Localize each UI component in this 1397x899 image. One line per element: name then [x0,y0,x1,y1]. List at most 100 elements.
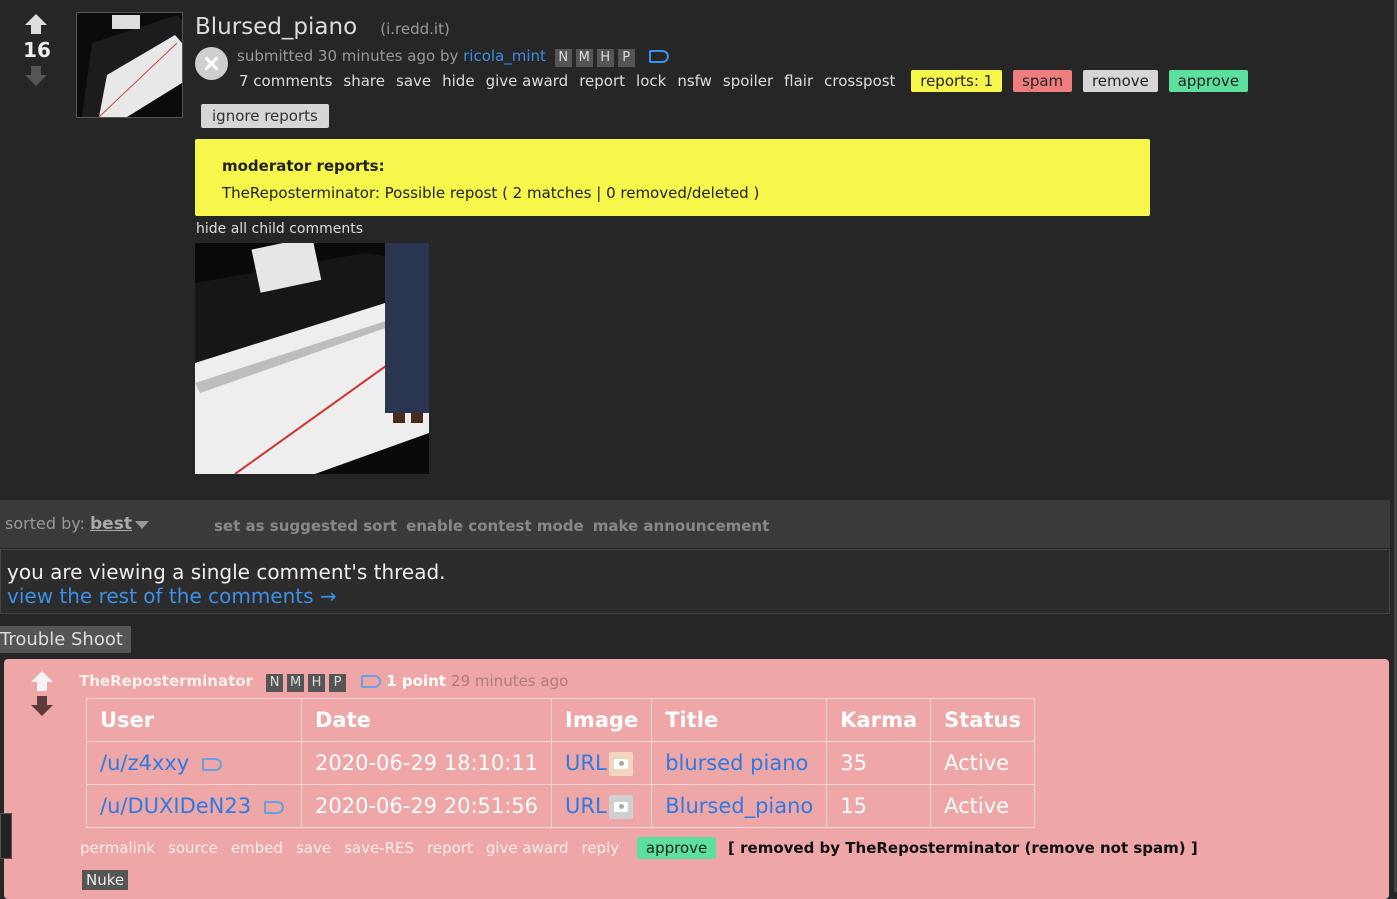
post-image-preview[interactable] [195,243,429,474]
hide-link[interactable]: hide [442,72,474,90]
image-preview-icon[interactable] [608,751,633,776]
comment-flag-m[interactable]: M [287,674,305,692]
comment: TheReposterminator NMHP 1 point 29 minut… [4,659,1389,899]
table-row: /u/z4xxy 2020-06-29 18:10:11 URL blursed… [86,741,1036,785]
post-thumbnail[interactable] [76,12,183,118]
row-status: Active [930,784,1036,828]
comment-flag-p[interactable]: P [329,674,347,692]
comment-author-link[interactable]: TheReposterminator [79,672,253,690]
sort-dropdown[interactable]: best [90,514,132,534]
comment-upvote-icon[interactable] [31,671,53,691]
row-date: 2020-06-29 18:10:11 [300,741,553,785]
row-user-link[interactable]: /u/DUXIDeN23 [100,794,251,818]
post-tagline: submitted 30 minutes ago by ricola_mint … [237,47,670,67]
enable-contest-mode-link[interactable]: enable contest mode [406,517,584,535]
post-title[interactable]: Blursed_piano [195,14,357,40]
remove-post-icon[interactable] [195,47,228,80]
repost-table: User Date Image Title Karma Status /u/z4… [86,698,1036,828]
flag-m[interactable]: M [575,49,593,67]
comment-flag-n[interactable]: N [266,674,284,692]
reports-count-button[interactable]: reports: 1 [911,70,1003,92]
crosspost-link[interactable]: crosspost [824,72,895,90]
sort-bar: sorted by: best set as suggested sort ena… [0,500,1390,548]
hide-child-comments-link[interactable]: hide all child comments [196,221,363,237]
report-link[interactable]: report [579,72,625,90]
row-karma: 15 [826,784,932,828]
by-label: by [439,47,459,65]
post-downvote-icon[interactable] [25,66,47,86]
row-title-link[interactable]: Blursed_piano [665,794,813,818]
removed-note: [ removed by TheReposterminator (remove … [728,839,1198,857]
user-tag-icon[interactable] [649,50,670,63]
row-image-url-link[interactable]: URL [565,751,607,775]
header-karma: Karma [826,698,932,742]
approve-button[interactable]: approve [1168,70,1249,92]
lock-link[interactable]: lock [636,72,666,90]
sort-label: sorted by: [5,514,85,533]
moderator-reports-box: moderator reports: TheReposterminator: P… [195,139,1150,216]
row-status: Active [930,741,1036,785]
header-status: Status [930,698,1036,742]
flag-p[interactable]: P [617,49,635,67]
give-award-link[interactable]: give award [486,72,569,90]
make-announcement-link[interactable]: make announcement [593,517,770,535]
image-preview-icon[interactable] [608,794,633,819]
post-author-link[interactable]: ricola_mint [463,47,546,65]
post-domain[interactable]: (i.redd.it) [380,20,450,38]
reply-link[interactable]: reply [581,839,619,857]
comment-time: 29 minutes ago [451,672,569,690]
permalink-link[interactable]: permalink [80,839,155,857]
ignore-reports-button[interactable]: ignore reports [201,104,329,128]
chevron-down-icon[interactable] [134,520,149,529]
thread-notice-text: you are viewing a single comment's threa… [7,560,446,584]
spam-button[interactable]: spam [1013,70,1073,92]
flag-h[interactable]: H [596,49,614,67]
share-link[interactable]: share [343,72,385,90]
comment-tagline: TheReposterminator NMHP 1 point 29 minut… [79,671,568,692]
source-link[interactable]: source [168,839,218,857]
save-link[interactable]: save [396,72,431,90]
comment-give-award-link[interactable]: give award [486,839,569,857]
row-image-url-link[interactable]: URL [565,794,607,818]
post-upvote-icon[interactable] [25,14,47,34]
nsfw-link[interactable]: nsfw [677,72,712,90]
table-header-row: User Date Image Title Karma Status [86,698,1036,742]
post-buttons: 7 comments share save hide give award report l… [239,70,1251,92]
flag-n[interactable]: N [554,49,572,67]
reports-heading: moderator reports: [222,157,385,175]
header-title: Title [651,698,828,742]
side-panel-handle[interactable] [0,813,12,859]
user-tag-icon[interactable] [263,800,284,814]
save-res-link[interactable]: save-RES [344,839,414,857]
spoiler-link[interactable]: spoiler [723,72,773,90]
set-suggested-sort-link[interactable]: set as suggested sort [214,517,397,535]
trouble-shoot-tab[interactable]: Trouble Shoot [0,626,131,653]
piano-thumbnail-image [77,13,182,117]
comment-user-tag-icon[interactable] [361,675,382,688]
view-rest-comments-link[interactable]: view the rest of the comments → [7,584,337,608]
comment-report-link[interactable]: report [427,839,473,857]
comment-downvote-icon[interactable] [31,696,53,716]
comment-flag-h[interactable]: H [308,674,326,692]
comment-save-link[interactable]: save [296,839,331,857]
row-title-link[interactable]: blursed piano [665,751,808,775]
header-date: Date [300,698,553,742]
row-date: 2020-06-29 20:51:56 [300,784,553,828]
single-thread-notice: you are viewing a single comment's threa… [0,549,1390,614]
piano-preview-image [195,243,429,474]
post-time: 30 minutes ago [317,47,436,65]
comments-link[interactable]: 7 comments [239,72,332,90]
submitted-label: submitted [237,47,314,65]
embed-link[interactable]: embed [231,839,283,857]
reports-text: TheReposterminator: Possible repost ( 2 … [222,184,760,202]
row-karma: 35 [826,741,932,785]
nuke-button[interactable]: Nuke [82,870,129,890]
flair-link[interactable]: flair [784,72,813,90]
comment-buttons: permalink source embed save save-RES report gi… [80,837,1198,859]
table-row: /u/DUXIDeN23 2020-06-29 20:51:56 URL Blu… [86,784,1036,828]
post-score: 16 [23,38,51,62]
row-user-link[interactable]: /u/z4xxy [100,751,189,775]
remove-button[interactable]: remove [1082,70,1158,92]
comment-approve-button[interactable]: approve [636,837,717,859]
user-tag-icon[interactable] [201,757,222,771]
